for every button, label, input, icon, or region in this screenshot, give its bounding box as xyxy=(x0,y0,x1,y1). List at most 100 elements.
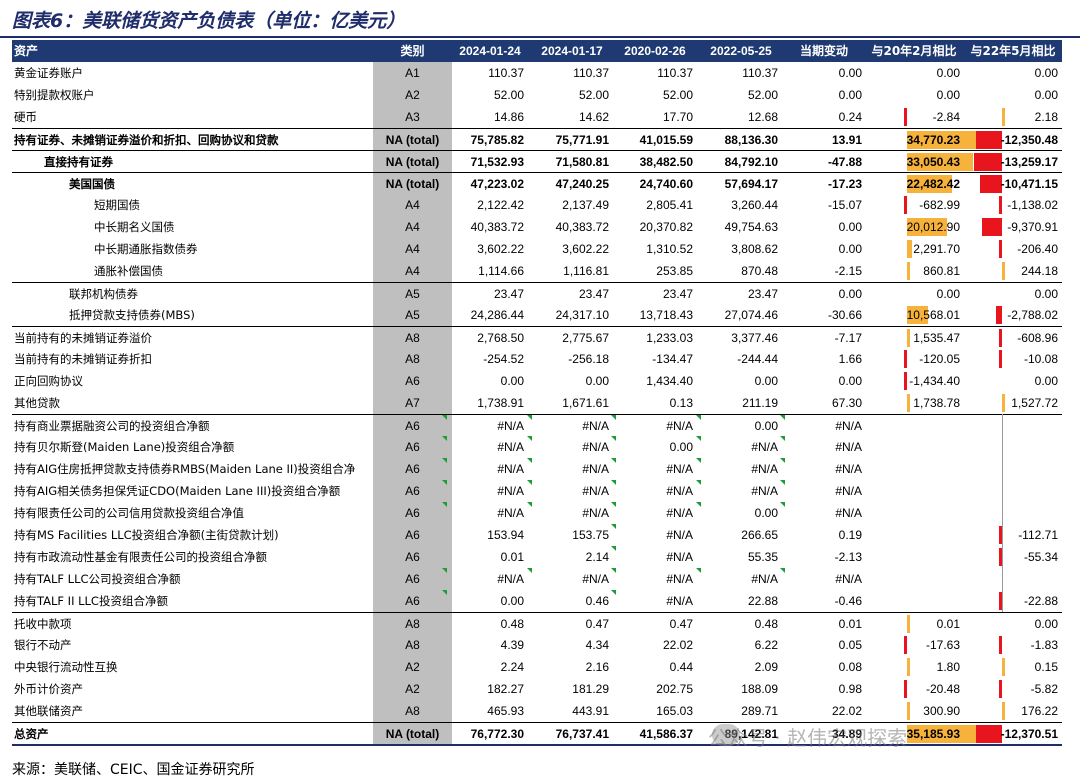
row-value-0: 76,772.30 xyxy=(470,727,524,741)
table-row: 持有MS Facilities LLC投资组合净额(主街贷款计划) A6 153.9… xyxy=(12,524,1062,546)
row-value-0: 47,223.02 xyxy=(470,177,524,191)
header-cell-6: 当期变动 xyxy=(799,44,848,58)
row-value-1: 1,116.81 xyxy=(563,264,609,278)
row-value-6: -55.34 xyxy=(1023,550,1058,564)
row-label: 特别提款权账户 xyxy=(14,88,95,102)
row-value-6: -12,350.48 xyxy=(1000,133,1058,147)
cell-flag-marker xyxy=(780,436,785,441)
row-value-4: 0.00 xyxy=(838,374,862,388)
row-label: 抵押贷款支持债券(MBS) xyxy=(69,308,195,322)
row-value-2: #N/A xyxy=(666,594,693,608)
row-value-6: -608.96 xyxy=(1017,331,1058,345)
row-value-4: -7.17 xyxy=(834,331,862,345)
row-value-5 xyxy=(870,458,960,480)
row-value-2: 52.00 xyxy=(662,88,693,102)
row-value-2: 1,434.40 xyxy=(646,374,693,388)
row-value-6: 0.00 xyxy=(1034,66,1058,80)
cell-flag-marker xyxy=(611,590,616,595)
row-value-5: 0.00 xyxy=(936,88,960,102)
row-value-4: 67.30 xyxy=(831,396,862,410)
cell-flag-marker xyxy=(611,568,616,573)
table-row: 其他贷款 A7 1,738.91 1,671.61 0.13 211.19 67.30 1,7… xyxy=(12,392,1062,414)
row-value-3: 289.71 xyxy=(741,704,778,718)
row-value-5: 34,770.23 xyxy=(906,133,960,147)
row-label: 总资产 xyxy=(14,727,49,741)
row-value-1: 2.16 xyxy=(585,660,609,674)
row-value-0: 110.37 xyxy=(488,66,524,80)
row-value-2: #N/A xyxy=(666,528,693,542)
row-value-0: 75,785.82 xyxy=(470,133,524,147)
row-value-1: 443.91 xyxy=(572,704,609,718)
cell-flag-marker xyxy=(442,568,447,573)
row-label: 其他贷款 xyxy=(14,396,60,410)
row-value-4: 0.19 xyxy=(838,528,862,542)
cell-flag-marker xyxy=(780,502,785,507)
row-value-4: -17.23 xyxy=(827,177,862,191)
row-value-4: #N/A xyxy=(835,462,862,476)
row-value-6: 1,527.72 xyxy=(1011,396,1058,410)
row-label: 短期国债 xyxy=(94,198,140,212)
row-value-3: 110.37 xyxy=(742,66,778,80)
row-value-6: -22.88 xyxy=(1023,594,1058,608)
row-value-6: 0.00 xyxy=(1034,287,1058,301)
row-value-2: 13,718.43 xyxy=(639,308,693,322)
row-value-0: 52.00 xyxy=(493,88,524,102)
cell-flag-marker xyxy=(611,436,616,441)
row-value-1: 3,602.22 xyxy=(562,242,609,256)
row-value-4: #N/A xyxy=(835,440,862,454)
row-label: 持有限责任公司的公司信用贷款投资组合净值 xyxy=(14,506,244,520)
row-value-6: 244.18 xyxy=(1021,264,1058,278)
row-value-3: 0.48 xyxy=(754,617,778,631)
row-value-2: 38,482.50 xyxy=(639,155,693,169)
row-value-3: 3,377.46 xyxy=(731,331,778,345)
table-header: 资产 类别 2024-01-24 2024-01-17 2020-02-26 2022-0… xyxy=(12,40,1062,62)
row-value-0: 4.39 xyxy=(500,638,524,652)
row-value-1: 4.34 xyxy=(585,638,609,652)
table-row: 持有TALF LLC公司投资组合净额 A6 #N/A #N/A #N/A #N/A #N/A xyxy=(12,568,1062,590)
row-label: 联邦机构债券 xyxy=(69,287,138,301)
cell-flag-marker xyxy=(780,415,785,420)
row-value-1: 2,137.49 xyxy=(562,198,609,212)
cell-flag-marker xyxy=(527,480,532,485)
row-value-2: 0.44 xyxy=(669,660,693,674)
row-value-6 xyxy=(968,458,1058,480)
row-value-4: -47.88 xyxy=(827,155,862,169)
row-value-3: #N/A xyxy=(751,484,778,498)
table-row: 持有AIG住房抵押贷款支持债券RMBS(Maiden Lane II)投资组合净… xyxy=(12,458,1062,480)
row-value-6 xyxy=(968,568,1058,590)
row-value-0: 40,383.72 xyxy=(470,220,524,234)
row-label: 持有MS Facilities LLC投资组合净额(主街贷款计划) xyxy=(14,528,279,542)
row-value-5: 0.00 xyxy=(936,66,960,80)
row-value-1: 76,737.41 xyxy=(555,727,609,741)
figure-title: 图表6：美联储货资产负债表（单位：亿美元） xyxy=(12,10,406,32)
row-label: 持有市政流动性基金有限责任公司的投资组合净额 xyxy=(14,550,267,564)
cell-flag-marker xyxy=(611,480,616,485)
row-value-0: 3,602.22 xyxy=(477,242,524,256)
cell-flag-marker xyxy=(527,568,532,573)
row-value-5: 33,050.43 xyxy=(906,155,960,169)
row-value-1: #N/A xyxy=(582,419,609,433)
row-value-6: -10,471.15 xyxy=(1000,177,1058,191)
row-value-1: 71,580.81 xyxy=(555,155,609,169)
row-value-1: #N/A xyxy=(582,506,609,520)
row-value-5: 1,738.78 xyxy=(913,396,960,410)
row-value-4: 0.00 xyxy=(838,242,862,256)
row-value-2: #N/A xyxy=(666,462,693,476)
row-label: 持有AIG相关债务担保凭证CDO(Maiden Lane III)投资组合净额 xyxy=(14,484,341,498)
row-value-5: -20.48 xyxy=(925,682,960,696)
table-row: 正向回购协议 A6 0.00 0.00 1,434.40 0.00 0.00 -1,434.4… xyxy=(12,370,1062,392)
table-row: 外币计价资产 A2 182.27 181.29 202.75 188.09 0.98 -20.… xyxy=(12,678,1062,700)
cell-flag-marker xyxy=(442,458,447,463)
row-value-6: -12,370.51 xyxy=(1000,727,1058,741)
row-value-2: #N/A xyxy=(666,484,693,498)
table-row: 特别提款权账户 A2 52.00 52.00 52.00 52.00 0.00 0.00 0.0… xyxy=(12,84,1062,106)
row-value-4: -0.46 xyxy=(834,594,862,608)
row-value-6 xyxy=(968,502,1058,524)
zero-axis-line xyxy=(1002,414,1003,612)
table-row: 托收中款项 A8 0.48 0.47 0.47 0.48 0.01 0.01 0.00 xyxy=(12,612,1062,634)
row-value-0: 153.94 xyxy=(487,528,524,542)
row-label: 直接持有证券 xyxy=(44,155,113,169)
source-note: 来源：美联储、CEIC、国金证券研究所 xyxy=(12,762,255,778)
row-value-0: 465.93 xyxy=(487,704,524,718)
row-value-5 xyxy=(870,524,960,546)
